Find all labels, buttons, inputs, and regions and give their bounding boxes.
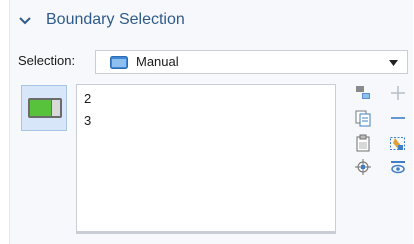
create-selection-button[interactable] <box>389 158 407 176</box>
section-header[interactable]: Boundary Selection <box>9 0 412 42</box>
selection-value: Manual <box>136 54 179 69</box>
selection-list[interactable]: 2 3 <box>76 84 336 234</box>
chevron-down-icon[interactable] <box>19 16 31 26</box>
dropdown-arrow-icon[interactable] <box>389 60 398 66</box>
copy-selection-button[interactable] <box>354 109 372 127</box>
add-to-selection-button[interactable] <box>389 84 407 102</box>
boundary-toggle-icon <box>28 98 62 118</box>
clear-selection-button[interactable] <box>389 134 407 152</box>
list-item[interactable]: 3 <box>84 113 91 128</box>
add-to-selection-icon <box>391 86 405 100</box>
manual-selection-icon <box>110 56 128 69</box>
remove-from-selection-icon <box>391 117 405 119</box>
list-item[interactable]: 2 <box>84 91 91 106</box>
paste-selection-icon <box>356 86 370 99</box>
copy-selection-icon <box>355 110 371 127</box>
selection-dropdown[interactable]: Manual <box>95 50 408 74</box>
remove-from-selection-button[interactable] <box>389 109 407 127</box>
clipboard-icon <box>356 134 370 152</box>
activate-selection-button[interactable] <box>21 85 67 131</box>
paste-selection-button[interactable] <box>354 84 372 102</box>
create-selection-icon <box>391 161 405 174</box>
zoom-to-selection-button[interactable] <box>354 158 372 176</box>
zoom-to-selection-icon <box>355 159 371 175</box>
clipboard-button[interactable] <box>354 134 372 152</box>
selection-label: Selection: <box>18 53 76 68</box>
section-title: Boundary Selection <box>46 11 185 28</box>
clear-selection-icon <box>390 137 405 150</box>
